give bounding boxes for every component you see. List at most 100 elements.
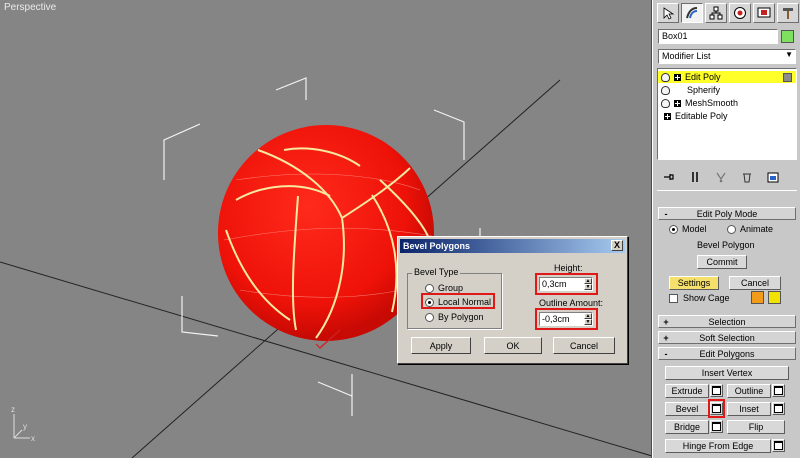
extrude-settings-button[interactable]	[710, 384, 723, 397]
settings-button[interactable]: Settings	[669, 276, 719, 290]
apply-button[interactable]: Apply	[411, 337, 471, 354]
close-icon[interactable]: X	[611, 240, 623, 251]
remove-modifier-button[interactable]	[737, 168, 757, 186]
radio-dot	[425, 312, 434, 322]
stack-item-label: Editable Poly	[675, 111, 728, 121]
spinner-arrows[interactable]: ▲ ▼	[584, 313, 592, 325]
svg-text:z: z	[11, 405, 15, 414]
utilities-tab[interactable]	[777, 3, 799, 23]
motion-icon	[734, 7, 746, 19]
radio-dot	[669, 224, 678, 234]
pin-icon	[664, 174, 674, 180]
flip-button[interactable]: Flip	[727, 420, 785, 434]
outline-button[interactable]: Outline	[727, 384, 771, 398]
commit-button[interactable]: Commit	[697, 255, 747, 269]
show-end-result-button[interactable]	[685, 168, 705, 186]
radio-label: By Polygon	[438, 312, 484, 322]
bevel-button[interactable]: Bevel	[665, 402, 709, 416]
radio-label: Local Normal	[438, 297, 492, 307]
create-tab[interactable]	[657, 3, 679, 23]
cancel-button[interactable]: Cancel	[553, 337, 615, 354]
group-radio[interactable]: Group	[425, 283, 463, 293]
by-polygon-radio[interactable]: By Polygon	[425, 312, 484, 322]
object-color-swatch[interactable]	[781, 30, 794, 43]
configure-modifier-sets-button[interactable]	[763, 168, 783, 186]
modifier-list-dropdown[interactable]: Modifier List ▼	[658, 49, 796, 64]
radio-label: Group	[438, 283, 464, 293]
configure-icon	[767, 172, 779, 183]
dialog-title-bar[interactable]: Bevel Polygons X	[400, 239, 625, 253]
outline-amount-spinner[interactable]: -0,3cm ▲ ▼	[539, 312, 593, 326]
inset-settings-button[interactable]	[772, 402, 785, 415]
inset-button[interactable]: Inset	[727, 402, 771, 416]
checkbox-label: Show Cage	[683, 293, 730, 303]
make-unique-icon	[716, 172, 726, 183]
expand-plus-icon[interactable]	[674, 99, 681, 107]
configure-square-icon	[783, 72, 792, 82]
hierarchy-icon	[709, 6, 723, 20]
viewport-scene[interactable]: z x y	[0, 0, 652, 458]
cage-color-swatch-1[interactable]	[751, 291, 764, 304]
radio-dot	[727, 224, 736, 234]
modifier-stack[interactable]: Edit Poly Spherify MeshSmooth Editable P…	[657, 68, 797, 160]
expand-plus-icon[interactable]	[674, 73, 681, 81]
outline-amount-value: -0,3cm	[542, 314, 570, 324]
svg-text:y: y	[23, 422, 27, 431]
display-tab[interactable]	[753, 3, 775, 23]
rollout-edit-polygons[interactable]: - Edit Polygons	[658, 347, 796, 360]
animate-radio[interactable]: Animate	[727, 224, 773, 234]
cancel-button[interactable]: Cancel	[729, 276, 781, 290]
radio-dot	[425, 283, 434, 293]
lightbulb-icon[interactable]	[661, 85, 670, 95]
rollout-title: Edit Polygons	[699, 348, 755, 359]
radio-label: Animate	[740, 224, 774, 234]
hierarchy-tab[interactable]	[705, 3, 727, 23]
motion-tab[interactable]	[729, 3, 751, 23]
hinge-settings-button[interactable]	[772, 439, 785, 452]
pin-stack-button[interactable]	[659, 168, 679, 186]
hinge-from-edge-button[interactable]: Hinge From Edge	[665, 439, 771, 453]
object-name-field[interactable]: Box01	[658, 29, 778, 44]
lightbulb-icon[interactable]	[661, 98, 670, 108]
expand-plus-icon[interactable]	[664, 112, 671, 120]
stack-item-spherify[interactable]: Spherify	[658, 84, 796, 96]
rollout-selection[interactable]: + Selection	[658, 315, 796, 328]
local-normal-radio[interactable]: Local Normal	[425, 297, 491, 307]
trash-icon	[743, 173, 751, 183]
collapse-minus-icon: -	[664, 208, 668, 219]
stack-item-meshsmooth[interactable]: MeshSmooth	[658, 97, 796, 109]
cage-color-swatch-2[interactable]	[768, 291, 781, 304]
ok-button[interactable]: OK	[484, 337, 542, 354]
outline-settings-button[interactable]	[772, 384, 785, 397]
current-operation-label: Bevel Polygon	[697, 240, 755, 250]
bridge-button[interactable]: Bridge	[665, 420, 709, 434]
dialog-title: Bevel Polygons	[403, 241, 471, 251]
stack-item-label: Spherify	[687, 85, 721, 95]
viewport-label[interactable]: Perspective	[4, 2, 56, 13]
spinner-arrows[interactable]: ▲ ▼	[584, 278, 592, 290]
outline-amount-label: Outline Amount:	[539, 298, 604, 308]
modify-tab[interactable]	[681, 3, 703, 23]
modifier-list-label: Modifier List	[662, 51, 711, 61]
checkbox-box	[669, 293, 678, 303]
height-spinner[interactable]: 0,3cm ▲ ▼	[539, 277, 593, 291]
rollout-soft-selection[interactable]: + Soft Selection	[658, 331, 796, 344]
show-cage-checkbox[interactable]: Show Cage	[669, 293, 730, 303]
bridge-settings-button[interactable]	[710, 420, 723, 433]
display-icon	[757, 7, 771, 18]
extrude-button[interactable]: Extrude	[665, 384, 709, 398]
model-radio[interactable]: Model	[669, 224, 707, 234]
command-panel: Box01 Modifier List ▼ Edit Poly Spherify…	[652, 0, 800, 458]
stack-item-editable-poly[interactable]: Editable Poly	[658, 110, 796, 122]
insert-vertex-button[interactable]: Insert Vertex	[665, 366, 789, 380]
rollout-edit-poly-mode[interactable]: - Edit Poly Mode	[658, 207, 796, 220]
lightbulb-icon[interactable]	[661, 72, 670, 82]
stack-item-label: Edit Poly	[685, 72, 721, 82]
make-unique-button[interactable]	[711, 168, 731, 186]
height-label: Height:	[554, 263, 583, 273]
bevel-type-title: Bevel Type	[412, 267, 461, 277]
utilities-hammer-icon	[783, 8, 793, 19]
perspective-viewport[interactable]: z x y Perspective	[0, 0, 652, 458]
bevel-settings-button[interactable]	[710, 402, 723, 415]
stack-item-edit-poly[interactable]: Edit Poly	[658, 71, 796, 83]
